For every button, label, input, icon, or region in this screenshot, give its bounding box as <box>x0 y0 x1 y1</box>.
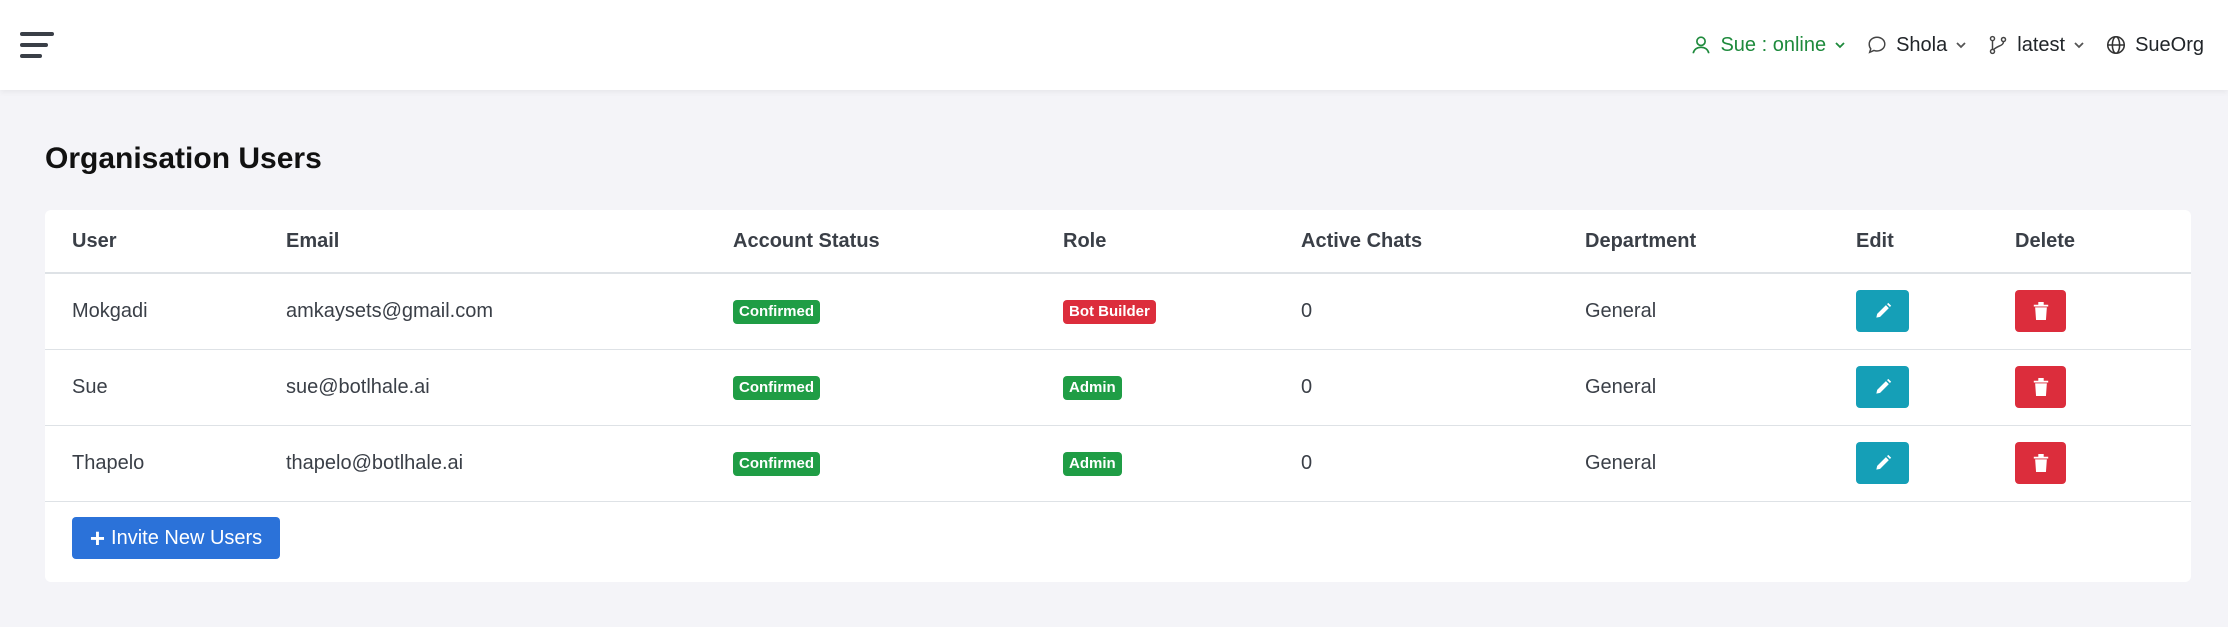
active-chats-count: 0 <box>1301 273 1585 350</box>
git-branch-icon <box>1989 35 2007 55</box>
globe-icon <box>2107 35 2126 55</box>
menu-toggle-icon[interactable] <box>20 32 54 60</box>
user-status-label: Sue : online <box>1720 33 1827 56</box>
chevron-down-icon <box>1835 42 1845 49</box>
column-header-account-status: Account Status <box>733 210 1063 274</box>
version-dropdown[interactable]: latest <box>1987 34 2085 57</box>
delete-user-button[interactable] <box>2015 442 2066 484</box>
role-badge: Admin <box>1063 451 1122 476</box>
organisation-label: SueOrg <box>2135 33 2204 56</box>
user-name: Sue <box>45 349 286 426</box>
chat-user-dropdown[interactable]: Shola <box>1866 34 1967 57</box>
column-header-department: Department <box>1585 210 1856 274</box>
chat-user-label: Shola <box>1896 33 1948 56</box>
column-header-user: User <box>45 210 286 274</box>
edit-user-button[interactable] <box>1856 442 1909 484</box>
chevron-down-icon <box>1956 42 1966 49</box>
user-name: Mokgadi <box>45 273 286 350</box>
column-header-role: Role <box>1063 210 1301 274</box>
chevron-down-icon <box>2074 42 2084 49</box>
column-header-email: Email <box>286 210 733 274</box>
active-chats-count: 0 <box>1301 425 1585 502</box>
pencil-icon <box>1875 303 1891 318</box>
column-header-delete: Delete <box>2015 210 2191 274</box>
status-badge: Confirmed <box>733 299 820 324</box>
user-email: sue@botlhale.ai <box>286 349 733 426</box>
top-nav-items: Sue : online Shola latest SueOrg <box>1690 0 2204 90</box>
trash-icon <box>2033 378 2048 396</box>
table-row: Thapelo thapelo@botlhale.ai Confirmed Ad… <box>45 425 2191 502</box>
organisation-selector[interactable]: SueOrg <box>2105 34 2204 57</box>
role-badge: Admin <box>1063 375 1122 400</box>
trash-icon <box>2033 454 2048 472</box>
status-badge: Confirmed <box>733 451 820 476</box>
table-header-row: User Email Account Status Role Active Ch… <box>45 210 2191 274</box>
pencil-icon <box>1875 378 1891 394</box>
department: General <box>1585 273 1856 350</box>
user-status-dropdown[interactable]: Sue : online <box>1690 34 1846 57</box>
user-email: thapelo@botlhale.ai <box>286 425 733 502</box>
department: General <box>1585 425 1856 502</box>
invite-new-users-button[interactable]: + Invite New Users <box>72 517 280 559</box>
users-table: User Email Account Status Role Active Ch… <box>45 210 2191 502</box>
user-icon <box>1692 36 1711 54</box>
user-email: amkaysets@gmail.com <box>286 273 733 350</box>
page-title-bold: Organisation <box>45 142 231 175</box>
column-header-active-chats: Active Chats <box>1301 210 1585 274</box>
plus-icon: + <box>89 523 106 553</box>
column-header-edit: Edit <box>1856 210 2015 274</box>
department: General <box>1585 349 1856 426</box>
top-navbar: Sue : online Shola latest SueOrg <box>0 0 2228 90</box>
users-card: User Email Account Status Role Active Ch… <box>45 210 2191 582</box>
edit-user-button[interactable] <box>1856 290 1909 333</box>
edit-user-button[interactable] <box>1856 366 1909 408</box>
delete-user-button[interactable] <box>2015 366 2066 408</box>
chat-bubble-icon <box>1868 36 1886 54</box>
table-row: Sue sue@botlhale.ai Confirmed Admin 0 Ge… <box>45 349 2191 426</box>
trash-icon <box>2033 302 2048 321</box>
version-label: latest <box>2017 33 2066 56</box>
role-badge: Bot Builder <box>1063 299 1156 324</box>
table-row: Mokgadi amkaysets@gmail.com Confirmed Bo… <box>45 273 2191 350</box>
user-name: Thapelo <box>45 425 286 502</box>
pencil-icon <box>1875 454 1891 470</box>
page-title: Organisation Users <box>45 142 322 176</box>
active-chats-count: 0 <box>1301 349 1585 426</box>
status-badge: Confirmed <box>733 375 820 400</box>
delete-user-button[interactable] <box>2015 290 2066 333</box>
page-title-rest: Users <box>230 142 322 175</box>
main-content: Organisation Users User Email Account St… <box>0 90 2228 627</box>
invite-button-label: Invite New Users <box>111 526 263 549</box>
